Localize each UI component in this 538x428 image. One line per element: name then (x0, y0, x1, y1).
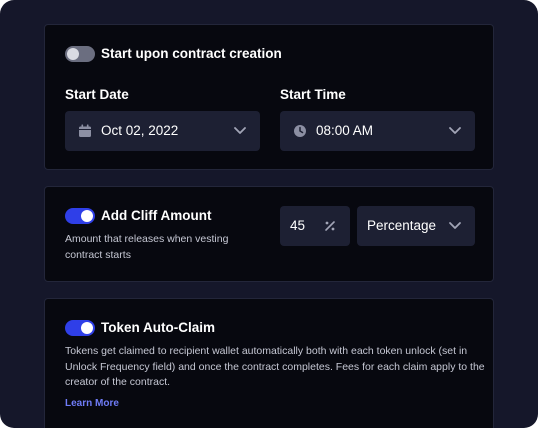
auto-claim-card: Token Auto-Claim Tokens get claimed to r… (44, 298, 494, 428)
cliff-amount-title: Add Cliff Amount (101, 208, 212, 223)
chevron-down-icon (449, 127, 461, 134)
toggle-knob (67, 48, 79, 60)
start-on-creation-title: Start upon contract creation (101, 46, 282, 61)
cliff-amount-input[interactable]: 45 (280, 206, 350, 246)
auto-claim-title: Token Auto-Claim (101, 320, 215, 335)
clock-icon (294, 125, 306, 137)
cliff-unit-select[interactable]: Percentage (357, 206, 475, 246)
chevron-down-icon (234, 127, 246, 134)
start-time-label: Start Time (280, 87, 346, 102)
toggle-knob (81, 322, 93, 334)
percent-icon (325, 221, 335, 231)
start-date-label: Start Date (65, 87, 129, 102)
chevron-down-icon (449, 222, 461, 229)
start-time-picker[interactable]: 08:00 AM (280, 111, 475, 151)
toggle-knob (81, 210, 93, 222)
cliff-amount-toggle[interactable] (65, 208, 95, 224)
start-settings-card: Start upon contract creation Start Date … (44, 24, 494, 170)
start-date-value: Oct 02, 2022 (101, 123, 179, 138)
auto-claim-description: Tokens get claimed to recipient wallet a… (65, 345, 485, 388)
calendar-icon (79, 124, 91, 137)
cliff-amount-description: Amount that releases when vesting contra… (65, 233, 229, 261)
cliff-amount-card: Add Cliff Amount Amount that releases wh… (44, 186, 494, 282)
start-time-value: 08:00 AM (316, 123, 374, 138)
cliff-unit-value: Percentage (367, 218, 437, 233)
cliff-amount-value: 45 (290, 218, 306, 233)
start-on-creation-toggle[interactable] (65, 46, 95, 62)
start-date-picker[interactable]: Oct 02, 2022 (65, 111, 260, 151)
learn-more-link[interactable]: Learn More (65, 398, 119, 409)
page-background: Start upon contract creation Start Date … (0, 0, 538, 428)
auto-claim-toggle[interactable] (65, 320, 95, 336)
